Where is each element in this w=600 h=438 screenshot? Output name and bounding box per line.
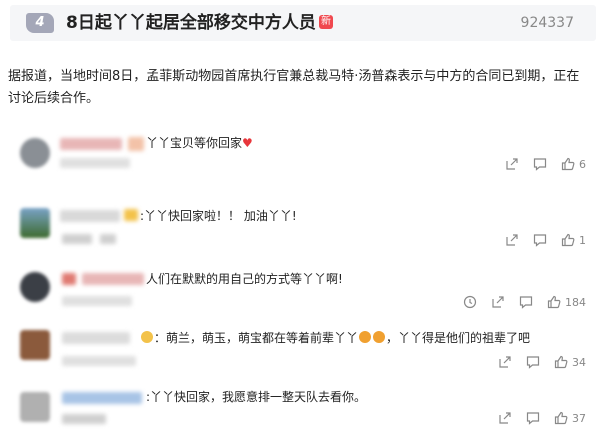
comment-item: :丫丫快回家，我愿意排一整天队去看你。 37 (0, 382, 600, 438)
article-summary: 据报道，当地时间8日，孟菲斯动物园首席执行官兼总裁马特·汤普森表示与中方的合同已… (8, 69, 580, 106)
emoji-icon (359, 331, 372, 343)
username-blurred (62, 392, 142, 404)
comment-item: :丫丫快回家啦！！ 加油丫丫! 1 (0, 198, 600, 256)
share-button[interactable] (491, 295, 505, 309)
like-count: 184 (565, 295, 586, 309)
avatar[interactable] (20, 138, 50, 168)
timestamp-blurred (60, 158, 130, 168)
thumbs-up-icon (547, 295, 561, 309)
username-blurred (60, 138, 122, 150)
share-icon (499, 412, 511, 424)
comment-text: ：萌兰，萌玉，萌宝都在等着前辈丫丫 ，丫丫得是他们的祖辈了吧 (140, 329, 530, 347)
timestamp-blurred (62, 356, 136, 366)
username-blurred (82, 273, 144, 285)
share-button[interactable] (498, 411, 512, 425)
emoji-blurred (124, 209, 138, 221)
comment-item: ：萌兰，萌玉，萌宝都在等着前辈丫丫 ，丫丫得是他们的祖辈了吧 34 (0, 322, 600, 380)
comment-button[interactable] (526, 355, 540, 369)
comment-actions: 184 (463, 294, 586, 310)
like-count: 6 (579, 157, 586, 171)
thumbs-up-icon (554, 355, 568, 369)
trend-heat-count: 924337 (520, 15, 574, 31)
share-button[interactable] (505, 233, 519, 247)
comment-icon (526, 412, 540, 425)
comment-text-content: ：萌兰，萌玉，萌宝都在等着前辈丫丫 (154, 331, 359, 345)
like-count: 1 (579, 233, 586, 247)
username-blurred (60, 210, 120, 222)
comment-button[interactable] (519, 295, 533, 309)
comment-item: 人们在默默的用自己的方式等丫丫啊! 184 (0, 264, 600, 318)
comment-item: 丫丫宝贝等你回家♥ 6 (0, 128, 600, 186)
weibo-trending-page: 4 8日起丫丫起居全部移交中方人员 新 924337 据报道，当地时间8日，孟菲… (0, 0, 600, 438)
rank-badge: 4 (26, 13, 54, 33)
username-blurred (62, 273, 76, 285)
avatar[interactable] (20, 208, 50, 238)
comment-actions: 34 (498, 354, 586, 370)
share-button[interactable] (505, 157, 519, 171)
like-count: 37 (572, 411, 586, 425)
username-blurred (62, 332, 130, 344)
avatar[interactable] (20, 392, 50, 422)
timestamp-blurred (62, 296, 132, 306)
comment-text-content: 丫丫宝贝等你回家 (146, 136, 243, 150)
share-icon (492, 296, 504, 308)
comment-actions: 37 (498, 410, 586, 426)
location-blurred (100, 234, 116, 244)
repost-icon (463, 295, 477, 309)
comment-actions: 6 (505, 156, 586, 172)
share-icon (506, 234, 518, 246)
comment-text: 丫丫宝贝等你回家♥ (146, 134, 253, 152)
emoji-icon (373, 331, 386, 343)
like-count: 34 (572, 355, 586, 369)
avatar[interactable] (20, 330, 50, 360)
trending-title[interactable]: 8日起丫丫起居全部移交中方人员 (66, 11, 316, 35)
timestamp-blurred (62, 414, 106, 424)
thumbs-up-icon (554, 411, 568, 425)
comment-text-content-b: ，丫丫得是他们的祖辈了吧 (386, 331, 531, 345)
comment-icon (519, 296, 533, 309)
like-button[interactable]: 37 (554, 411, 586, 425)
avatar[interactable] (20, 272, 50, 302)
timestamp-blurred (62, 234, 92, 244)
comment-button[interactable] (533, 157, 547, 171)
comment-text: 人们在默默的用自己的方式等丫丫啊! (146, 272, 343, 286)
share-icon (506, 158, 518, 170)
like-button[interactable]: 1 (561, 233, 586, 247)
comment-text: :丫丫快回家啦！！ 加油丫丫! (140, 209, 297, 223)
thumbs-up-icon (561, 157, 575, 171)
comment-button[interactable] (533, 233, 547, 247)
share-button[interactable] (498, 355, 512, 369)
repost-button[interactable] (463, 295, 477, 309)
comment-actions: 1 (505, 232, 586, 248)
thumbs-up-icon (561, 233, 575, 247)
comment-icon (533, 234, 547, 247)
like-button[interactable]: 184 (547, 295, 586, 309)
like-button[interactable]: 34 (554, 355, 586, 369)
trending-topic-row[interactable]: 4 8日起丫丫起居全部移交中方人员 新 924337 (10, 5, 596, 41)
like-button[interactable]: 6 (561, 157, 586, 171)
comment-icon (526, 356, 540, 369)
comment-text: :丫丫快回家，我愿意排一整天队去看你。 (146, 390, 367, 404)
emoji-icon (141, 331, 153, 343)
comment-icon (533, 158, 547, 171)
emoji-blurred (128, 137, 144, 151)
share-icon (499, 356, 511, 368)
comment-button[interactable] (526, 411, 540, 425)
heart-icon: ♥ (242, 136, 253, 150)
new-badge: 新 (319, 15, 333, 29)
